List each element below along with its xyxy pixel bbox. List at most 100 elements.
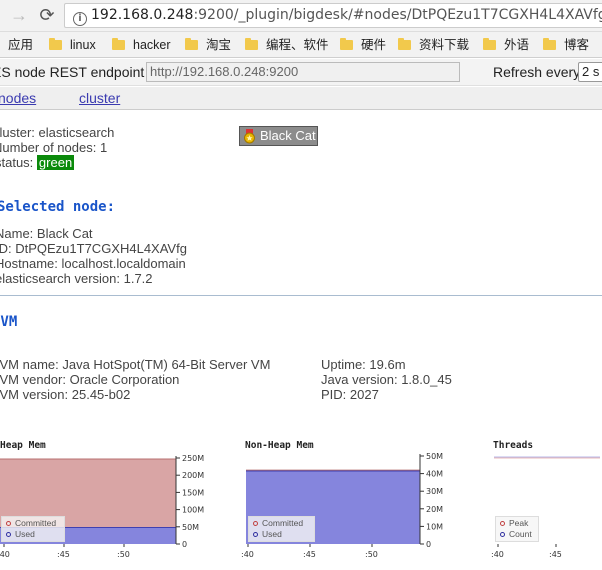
x-tick-label: :40 xyxy=(241,550,254,559)
folder-icon xyxy=(398,38,411,50)
bookmark-programming[interactable]: 编程、软件 xyxy=(245,32,329,57)
status-label: status: xyxy=(0,155,34,170)
folder-icon xyxy=(112,38,125,50)
endpoint-bar: ES node REST endpoint http://192.168.0.2… xyxy=(0,59,602,86)
bookmark-label: 应用 xyxy=(8,38,34,52)
nonheap-mem-chart: Non-Heap Mem 0 10M 20M 30M 40M 50M:40:45:50 C… xyxy=(241,440,454,565)
bookmark-label: 外语 xyxy=(504,38,530,52)
x-tick-label: :40 xyxy=(491,550,504,559)
status-badge: green xyxy=(36,155,75,170)
threads-chart: Threads :40:45 Peak Count xyxy=(491,440,602,565)
endpoint-input[interactable]: http://192.168.0.248:9200 xyxy=(146,62,460,82)
jvm-version: JVM version: 25.45-b02 xyxy=(0,387,131,402)
bookmark-hardware[interactable]: 硬件 xyxy=(340,32,387,57)
chart-legend: Committed Used xyxy=(1,516,65,542)
heap-mem-chart: Heap Mem 050M100M150M200M250M:40:45:50 C… xyxy=(0,440,210,565)
legend-committed: Committed xyxy=(253,518,310,529)
cluster-name: cluster: elasticsearch xyxy=(0,125,115,140)
url-path: :9200/_plugin/bigdesk/#nodes/DtPQEzu1T7C… xyxy=(193,7,602,23)
bookmarks-bar: 应用 linux hacker 淘宝 编程、软件 硬件 资料下载 外语 博客 xyxy=(0,32,602,58)
legend-committed: Committed xyxy=(6,518,60,529)
y-tick-label: 150M xyxy=(182,488,204,497)
legend-label: Committed xyxy=(15,518,57,528)
node-button[interactable]: Black Cat xyxy=(239,126,318,146)
y-tick-label: 50M xyxy=(426,452,443,461)
forward-arrow-icon[interactable]: → xyxy=(8,4,30,26)
bookmark-label: 淘宝 xyxy=(206,38,232,52)
folder-icon xyxy=(49,38,62,50)
jvm-uptime: Uptime: 19.6m xyxy=(321,357,406,372)
tab-nodes[interactable]: nodes xyxy=(0,90,36,106)
heap-mem-plot: 0 50M 100M 150M 200M 250M:40:45:50 xyxy=(0,454,204,559)
legend-peak: Peak xyxy=(500,518,534,529)
browser-toolbar: → ⟳ i 192.168.0.248:9200/_plugin/bigdesk/… xyxy=(0,0,602,32)
bookmark-label: 博客 xyxy=(564,38,590,52)
x-tick-label: :45 xyxy=(57,550,70,559)
legend-label: Used xyxy=(15,529,35,539)
folder-icon xyxy=(340,38,353,50)
bookmark-downloads[interactable]: 资料下载 xyxy=(398,32,470,57)
y-tick-label: 200M xyxy=(182,471,204,480)
folder-icon xyxy=(245,38,258,50)
bookmark-label: 资料下载 xyxy=(419,38,470,52)
node-name: Name: Black Cat xyxy=(0,226,93,241)
x-tick-label: :50 xyxy=(117,550,130,559)
jvm-vendor: JVM vendor: Oracle Corporation xyxy=(0,372,180,387)
bookmark-blog[interactable]: 博客 xyxy=(543,32,590,57)
bookmark-label: 硬件 xyxy=(361,38,387,52)
legend-label: Used xyxy=(262,529,282,539)
legend-count: Count xyxy=(500,529,534,540)
legend-used: Used xyxy=(253,529,310,540)
y-tick-label: 250M xyxy=(182,454,204,463)
info-icon[interactable]: i xyxy=(73,12,87,26)
peak-dot-icon xyxy=(500,521,505,526)
bookmark-linux[interactable]: linux xyxy=(49,32,96,57)
used-dot-icon xyxy=(6,532,11,537)
x-tick-label: :45 xyxy=(303,550,316,559)
x-tick-label: :45 xyxy=(549,550,562,559)
y-tick-label: 40M xyxy=(426,470,443,479)
y-tick-label: 10M xyxy=(426,522,443,531)
legend-label: Count xyxy=(509,529,532,539)
bookmark-apps[interactable]: 应用 xyxy=(8,32,34,57)
reload-icon[interactable]: ⟳ xyxy=(36,4,58,26)
es-version: elasticsearch version: 1.7.2 xyxy=(0,271,153,286)
legend-label: Committed xyxy=(262,518,304,528)
divider xyxy=(0,295,602,296)
node-hostname: Hostname: localhost.localdomain xyxy=(0,256,186,271)
legend-used: Used xyxy=(6,529,60,540)
node-button-label: Black Cat xyxy=(260,128,316,143)
folder-icon xyxy=(185,38,198,50)
y-tick-label: 0 xyxy=(426,540,431,549)
bookmark-label: linux xyxy=(70,38,96,52)
chart-legend: Committed Used xyxy=(248,516,315,542)
selected-node-title: Selected node: xyxy=(0,199,116,215)
folder-icon xyxy=(483,38,496,50)
node-id: ID: DtPQEzu1T7CGXH4L4XAVfg xyxy=(0,241,187,256)
bookmark-label: 编程、软件 xyxy=(266,38,329,52)
committed-dot-icon xyxy=(253,521,258,526)
bookmark-taobao[interactable]: 淘宝 xyxy=(185,32,232,57)
used-dot-icon xyxy=(253,532,258,537)
folder-icon xyxy=(543,38,556,50)
node-count: Number of nodes: 1 xyxy=(0,140,108,155)
bookmark-language[interactable]: 外语 xyxy=(483,32,530,57)
endpoint-label: ES node REST endpoint xyxy=(0,64,145,80)
y-tick-label: 100M xyxy=(182,506,204,515)
tab-cluster[interactable]: cluster xyxy=(79,90,120,106)
cluster-status: status: green xyxy=(0,155,75,170)
x-tick-label: :50 xyxy=(365,550,378,559)
jvm-pid: PID: 2027 xyxy=(321,387,379,402)
refresh-interval-select[interactable]: 2 s xyxy=(578,62,602,82)
y-tick-label: 30M xyxy=(426,487,443,496)
bookmark-label: hacker xyxy=(133,38,171,52)
address-bar[interactable]: i 192.168.0.248:9200/_plugin/bigdesk/#nod… xyxy=(64,3,602,28)
threads-plot: :40 :45 xyxy=(491,456,600,559)
refresh-label: Refresh every xyxy=(493,64,581,80)
medal-icon xyxy=(244,129,255,144)
bookmark-hacker[interactable]: hacker xyxy=(112,32,171,57)
java-version: Java version: 1.8.0_45 xyxy=(321,372,452,387)
jvm-name: JVM name: Java HotSpot(TM) 64-Bit Server… xyxy=(0,357,271,372)
y-tick-label: 50M xyxy=(182,523,199,532)
jvm-title: JVM xyxy=(0,314,18,330)
